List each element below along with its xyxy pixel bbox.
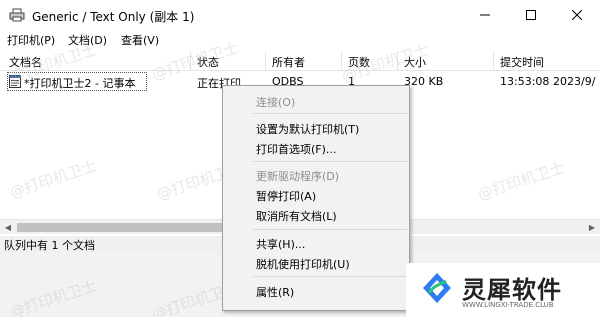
column-divider[interactable] — [397, 51, 398, 71]
menu-divider — [253, 276, 407, 277]
minimize-icon — [480, 14, 490, 16]
menu-item-sharing[interactable]: 共享(H)... — [256, 236, 305, 252]
column-document-name[interactable]: 文档名 — [9, 54, 42, 70]
printer-icon — [9, 8, 25, 22]
scrollbar-thumb[interactable] — [17, 223, 223, 232]
column-size[interactable]: 大小 — [404, 54, 426, 70]
menu-item-use-offline[interactable]: 脱机使用打印机(U) — [256, 256, 350, 272]
document-icon — [9, 75, 21, 88]
minimize-button[interactable] — [462, 0, 508, 30]
menu-item-preferences[interactable]: 打印首选项(F)... — [256, 141, 336, 157]
maximize-button[interactable] — [508, 0, 554, 30]
menu-divider — [253, 229, 407, 230]
column-divider[interactable] — [265, 51, 266, 71]
column-status[interactable]: 状态 — [197, 54, 219, 70]
close-button[interactable] — [554, 0, 600, 30]
menu-item-cancel-all[interactable]: 取消所有文档(L) — [256, 208, 337, 224]
menu-view[interactable]: 查看(V) — [121, 32, 159, 48]
column-owner[interactable]: 所有者 — [272, 54, 305, 70]
column-divider[interactable] — [493, 51, 494, 71]
column-pages[interactable]: 页数 — [348, 54, 370, 70]
brand-url: WWW.LINGXI-TRADE.CLUB — [462, 301, 554, 309]
menu-document[interactable]: 文档(D) — [68, 32, 107, 48]
title-bar[interactable]: Generic / Text Only (副本 1) — [0, 0, 600, 30]
menu-printer[interactable]: 打印机(P) — [7, 32, 55, 48]
document-submit-time: 13:53:08 — [500, 75, 550, 88]
context-menu: 连接(O) 设置为默认打印机(T) 打印首选项(F)... 更新驱动程序(D) … — [222, 85, 410, 311]
scroll-left-icon[interactable]: ◀ — [2, 222, 14, 233]
window-title: Generic / Text Only (副本 1) — [32, 10, 195, 24]
column-submit-time[interactable]: 提交时间 — [500, 54, 544, 70]
column-header: 文档名 状态 所有者 页数 大小 提交时间 — [0, 51, 600, 71]
column-divider[interactable] — [190, 51, 191, 71]
maximize-icon — [526, 10, 536, 20]
status-text: 队列中有 1 个文档 — [4, 239, 95, 252]
menu-divider — [253, 113, 407, 114]
column-divider[interactable] — [341, 51, 342, 71]
document-submit-date: 2023/9/ — [553, 75, 596, 88]
menu-item-connect: 连接(O) — [256, 96, 296, 109]
scroll-right-icon[interactable]: ▶ — [586, 222, 598, 233]
menu-item-update-driver: 更新驱动程序(D) — [256, 170, 340, 183]
menu-bar: 打印机(P) 文档(D) 查看(V) — [0, 30, 600, 50]
menu-item-properties[interactable]: 属性(R) — [256, 284, 294, 300]
brand-name: 灵犀软件 — [462, 276, 562, 304]
menu-item-pause-printing[interactable]: 暂停打印(A) — [256, 188, 316, 204]
menu-item-set-default[interactable]: 设置为默认打印机(T) — [256, 121, 359, 137]
document-name: *打印机卫士2 - 记事本 — [24, 77, 136, 90]
watermark: @打印机卫士 — [7, 276, 99, 317]
close-icon — [572, 10, 582, 20]
brand-logo: 灵犀软件 WWW.LINGXI-TRADE.CLUB — [406, 263, 600, 317]
menu-divider — [253, 161, 407, 162]
lingxi-logo-icon — [423, 273, 451, 303]
